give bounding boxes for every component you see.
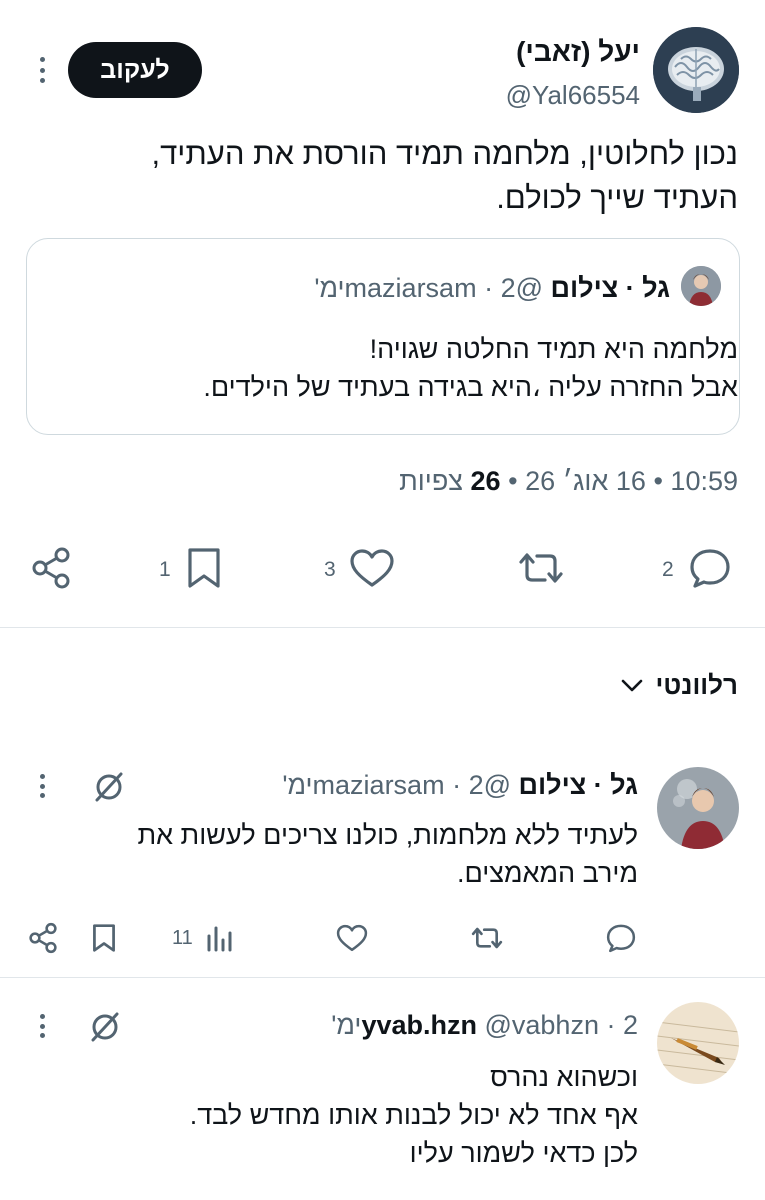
share-button[interactable] [27,922,59,954]
reply-text-line: לכן כדאי לשמור עליו [409,1138,638,1168]
views-count: 26 [470,466,501,496]
like-count: 3 [324,558,336,581]
reply-avatar[interactable] [657,1002,739,1084]
author-name[interactable]: יעל (זאבי) [516,36,640,68]
repost-icon [519,553,563,583]
more-options-icon[interactable] [38,57,46,83]
grok-icon [91,1012,119,1042]
bookmark-icon [188,548,220,588]
reply-text-line: לעתיד ללא מלחמות, כולנו צריכים לעשות את [137,820,638,850]
divider [0,627,765,628]
quote-text-line: אבל החזרה עליה ،היא בגידה בעתיד של הילדי… [203,372,738,402]
reply-text-line: מירב המאמצים. [457,858,638,888]
tweet-meta: 10:59 • 16 אוג׳ 26 • 26 צפיות [399,466,738,497]
quote-text: מלחמה היא תמיד החלטה שגויה! אבל החזרה על… [58,330,738,406]
reply-text-line: וכשהוא נהרס [490,1062,638,1092]
like-button[interactable] [349,548,395,588]
share-icon [29,922,57,954]
repost-button[interactable] [469,924,505,952]
views-count: 11 [172,927,193,949]
reply-author-handle[interactable]: @vabhzn [484,1010,598,1040]
heart-icon [336,924,368,952]
more-options-icon[interactable] [38,774,46,798]
bookmark-button[interactable] [185,546,223,590]
repost-button[interactable] [515,548,567,588]
quote-header: גל · צילום @maziarsam · 2ימ' [314,273,670,304]
bookmark-count: 1 [159,558,171,581]
reply-count: 2 [662,558,674,581]
repost-icon [471,927,503,949]
share-button[interactable] [29,546,73,590]
meta-separator: • [653,466,663,496]
author-avatar[interactable] [653,27,739,113]
divider [0,977,765,978]
reply-author-name[interactable]: גל · צילום [519,770,638,800]
sort-label: רלוונטי [655,670,738,700]
quote-author-name[interactable]: גל · צילום [551,273,670,303]
reply-button[interactable] [605,923,637,953]
author-handle[interactable]: @Yal66554 [506,80,640,111]
reply-button[interactable] [688,547,732,589]
reply-header: yvab.hzn @vabhzn · 2ימ' [331,1010,638,1041]
tweet-text-line: נכון לחלוטין, מלחמה תמיד הורסת את העתיד, [151,136,738,171]
reply-icon [606,924,636,953]
more-options-icon[interactable] [38,1014,46,1038]
reply-text: לעתיד ללא מלחמות, כולנו צריכים לעשות את … [38,816,638,892]
person-avatar-icon [657,767,739,849]
tweet-time[interactable]: 10:59 [670,466,738,496]
reply-avatar[interactable] [657,767,739,849]
brain-avatar-icon [653,27,739,113]
follow-button[interactable]: לעקוב [68,42,202,98]
bookmark-icon [93,924,115,952]
share-icon [32,547,70,589]
grok-icon [95,772,123,802]
quote-avatar[interactable] [681,266,721,306]
views-button[interactable] [206,924,232,952]
pen-avatar-icon [657,1002,739,1084]
reply-header: גל · צילום @maziarsam · 2ימ' [282,770,638,801]
grok-button[interactable] [88,1010,122,1044]
reply-text: וכשהוא נהרס אף אחד לא יכול לבנות אותו מח… [38,1058,638,1172]
analytics-icon [207,926,232,952]
bookmark-button[interactable] [91,922,117,954]
like-button[interactable] [336,924,368,952]
grok-button[interactable] [92,770,126,804]
tweet-text: נכון לחלוטין, מלחמה תמיד הורסת את העתיד,… [38,132,738,220]
sort-selector[interactable]: רלוונטי [620,670,738,701]
meta-separator: • [508,466,518,496]
chevron-down-icon [621,679,642,691]
reply-author-name[interactable]: yvab.hzn [361,1010,477,1040]
tweet-text-line: העתיד שייך לכולם. [496,180,738,215]
views-label: צפיות [399,466,464,496]
reply-text-line: אף אחד לא יכול לבנות אותו מחדש לבד. [189,1100,638,1130]
person-avatar-icon [681,266,721,306]
tweet-date[interactable]: 16 אוג׳ 26 [525,466,646,496]
quote-text-line: מלחמה היא תמיד החלטה שגויה! [369,334,738,364]
heart-icon [350,549,394,587]
reply-icon [690,549,730,588]
